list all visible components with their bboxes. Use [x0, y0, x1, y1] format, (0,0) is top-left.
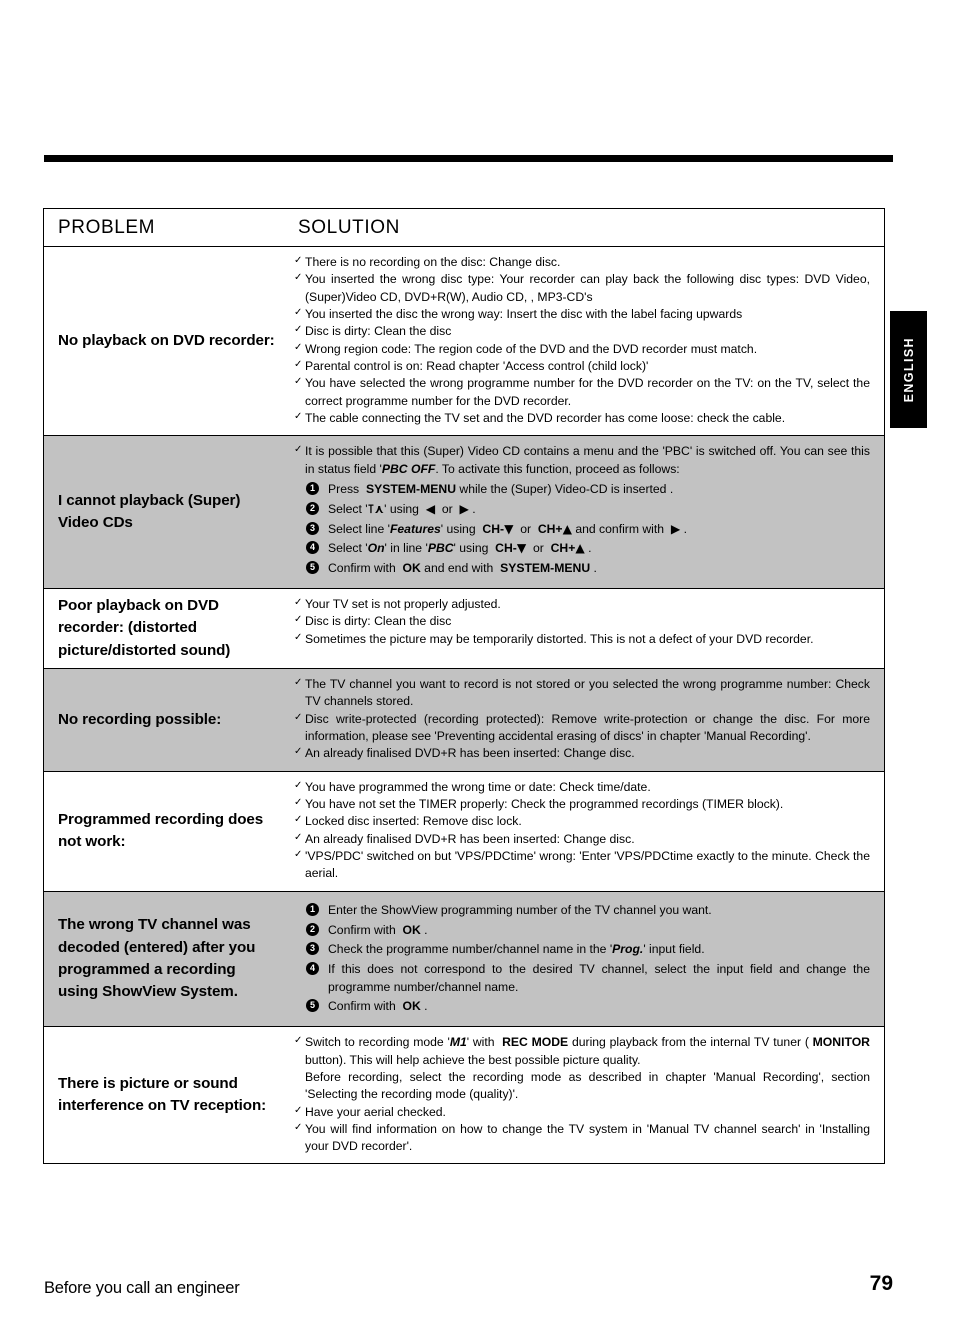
list-item: Locked disc inserted: Remove disc lock.: [294, 813, 870, 830]
list-item: You have not set the TIMER properly: Che…: [294, 796, 870, 813]
problem-label: Programmed recording does not work:: [58, 810, 264, 851]
list-item: 5 Confirm with OK and end with SYSTEM-MEN…: [294, 560, 870, 577]
step-number-badge: 4: [306, 541, 319, 555]
step-number-badge: 2: [306, 501, 319, 515]
step-list: 1 Enter the ShowView programming number o…: [294, 902, 870, 1016]
problem-label: There is picture or sound interference o…: [58, 1074, 267, 1115]
emphasis-features: Features: [389, 521, 441, 536]
list-item: You have selected the wrong programme nu…: [294, 375, 870, 410]
list-item: You inserted the wrong disc type: Your r…: [294, 271, 870, 306]
step-number-badge: 1: [306, 902, 319, 916]
problem-label: No recording possible:: [58, 710, 222, 728]
list-item: Switch to recording mode 'M1' with REC M…: [294, 1034, 870, 1069]
language-tab-label: ENGLISH: [901, 336, 916, 403]
troubleshooting-table: PROBLEM SOLUTION No playback on DVD reco…: [43, 208, 885, 1165]
table-row: The wrong TV channel was decoded (entere…: [44, 891, 884, 1028]
step-text: If this does not correspond to the desir…: [328, 962, 870, 994]
list-item: 2 Select '⊺⋏' using ◀ or ▶ .: [294, 501, 870, 518]
emphasis-on: On: [367, 541, 385, 556]
list-item: Disc is dirty: Clean the disc: [294, 323, 870, 340]
list-item: Before recording, select the recording m…: [305, 1069, 870, 1102]
key-rec-mode: REC MODE: [502, 1035, 569, 1050]
list-item: There is no recording on the disc: Chang…: [294, 254, 870, 271]
right-arrow-icon: ▶: [459, 501, 469, 516]
list-item: The TV channel you want to record is not…: [294, 676, 870, 711]
key-ok: OK: [402, 999, 421, 1014]
emphasis-pbc: PBC: [427, 541, 454, 556]
step-number-badge: 5: [306, 999, 319, 1013]
solution-cell: Your TV set is not properly adjusted. Di…: [284, 589, 884, 668]
step-number-badge: 3: [306, 942, 319, 956]
list-item: The cable connecting the TV set and the …: [294, 410, 870, 427]
key-system-menu: SYSTEM-MENU: [500, 561, 591, 576]
list-item: 2 Confirm with OK .: [294, 922, 870, 939]
step-text: Enter the ShowView programming number of…: [328, 902, 712, 917]
problem-label: No playback on DVD recorder:: [58, 331, 275, 349]
key-ok: OK: [402, 922, 421, 937]
solution-cell: Switch to recording mode 'M1' with REC M…: [284, 1027, 884, 1163]
solution-cell: 1 Enter the ShowView programming number o…: [284, 892, 884, 1026]
list-item: An already finalised DVD+R has been inse…: [294, 745, 870, 762]
problem-label: Poor playback on DVD recorder: (distorte…: [58, 597, 231, 659]
list-item: You inserted the disc the wrong way: Ins…: [294, 306, 870, 323]
key-monitor: MONITOR: [812, 1035, 870, 1050]
table-header-row: PROBLEM SOLUTION: [44, 209, 884, 247]
table-row: Programmed recording does not work: You …: [44, 772, 884, 892]
step-number-badge: 2: [306, 922, 319, 936]
solution-cell: You have programmed the wrong time or da…: [284, 772, 884, 891]
list-item: Sometimes the picture may be temporarily…: [294, 631, 870, 648]
problem-label: The wrong TV channel was decoded (entere…: [58, 916, 256, 1001]
key-ch-up: CH+▲: [537, 521, 572, 536]
problem-label: I cannot playback (Super) Video CDs: [58, 491, 241, 532]
list-item: Disc write-protected (recording protecte…: [294, 711, 870, 746]
column-header-problem: PROBLEM: [58, 216, 156, 238]
list-item: 1 Enter the ShowView programming number o…: [294, 902, 870, 919]
list-item: 'VPS/PDC' switched on but 'VPS/PDCtime' …: [294, 848, 870, 883]
key-ch-down: CH-▼: [482, 521, 514, 536]
step-number-badge: 5: [306, 561, 319, 575]
emphasis-m1: M1: [449, 1035, 467, 1050]
table-row: Poor playback on DVD recorder: (distorte…: [44, 589, 884, 670]
key-ch-down: CH-▼: [495, 541, 527, 556]
list-item: It is possible that this (Super) Video C…: [294, 443, 870, 478]
table-row: No recording possible: The TV channel yo…: [44, 669, 884, 772]
top-divider-rule: [44, 155, 893, 162]
list-item: An already finalised DVD+R has been inse…: [294, 831, 870, 848]
key-system-menu: SYSTEM-MENU: [365, 481, 456, 496]
step-number-badge: 1: [306, 481, 319, 495]
right-arrow-icon: ▶: [670, 521, 681, 536]
step-list: 1 Press SYSTEM-MENU while the (Super) Vid…: [294, 481, 870, 578]
list-item: Have your aerial checked.: [294, 1104, 870, 1121]
list-item: 5 Confirm with OK .: [294, 998, 870, 1015]
list-item: 3 Check the programme number/channel name…: [294, 941, 870, 958]
left-arrow-icon: ◀: [425, 501, 436, 516]
page-number: 79: [869, 1272, 893, 1295]
list-item: You have programmed the wrong time or da…: [294, 779, 870, 796]
list-item: 1 Press SYSTEM-MENU while the (Super) Vid…: [294, 481, 870, 498]
list-item: Disc is dirty: Clean the disc: [294, 613, 870, 630]
table-row: There is picture or sound interference o…: [44, 1027, 884, 1163]
tools-person-icon: ⊺⋏: [367, 501, 385, 516]
emphasis-prog: Prog.: [612, 942, 644, 957]
step-number-badge: 4: [306, 962, 319, 976]
solution-cell: It is possible that this (Super) Video C…: [284, 436, 884, 588]
key-ok: OK: [402, 561, 421, 576]
list-item: 4 If this does not correspond to the desi…: [294, 961, 870, 996]
table-row: I cannot playback (Super) Video CDs It i…: [44, 436, 884, 590]
list-item: Your TV set is not properly adjusted.: [294, 596, 870, 613]
list-item: Wrong region code: The region code of th…: [294, 341, 870, 358]
table-row: No playback on DVD recorder: There is no…: [44, 247, 884, 437]
column-header-solution: SOLUTION: [298, 216, 400, 238]
emphasis-pbc-off: PBC OFF: [381, 461, 436, 476]
list-item: 4 Select 'On' in line 'PBC' using CH-▼ or…: [294, 540, 870, 557]
key-ch-up: CH+▲: [550, 541, 585, 556]
language-tab: ENGLISH: [890, 311, 927, 428]
list-item: Parental control is on: Read chapter 'Ac…: [294, 358, 870, 375]
solution-cell: The TV channel you want to record is not…: [284, 669, 884, 771]
step-number-badge: 3: [306, 521, 319, 535]
list-item: 3 Select line 'Features' using CH-▼ or CH…: [294, 521, 870, 538]
solution-cell: There is no recording on the disc: Chang…: [284, 247, 884, 435]
list-item: You will find information on how to chan…: [294, 1121, 870, 1156]
footer-title: Before you call an engineer: [44, 1279, 240, 1297]
